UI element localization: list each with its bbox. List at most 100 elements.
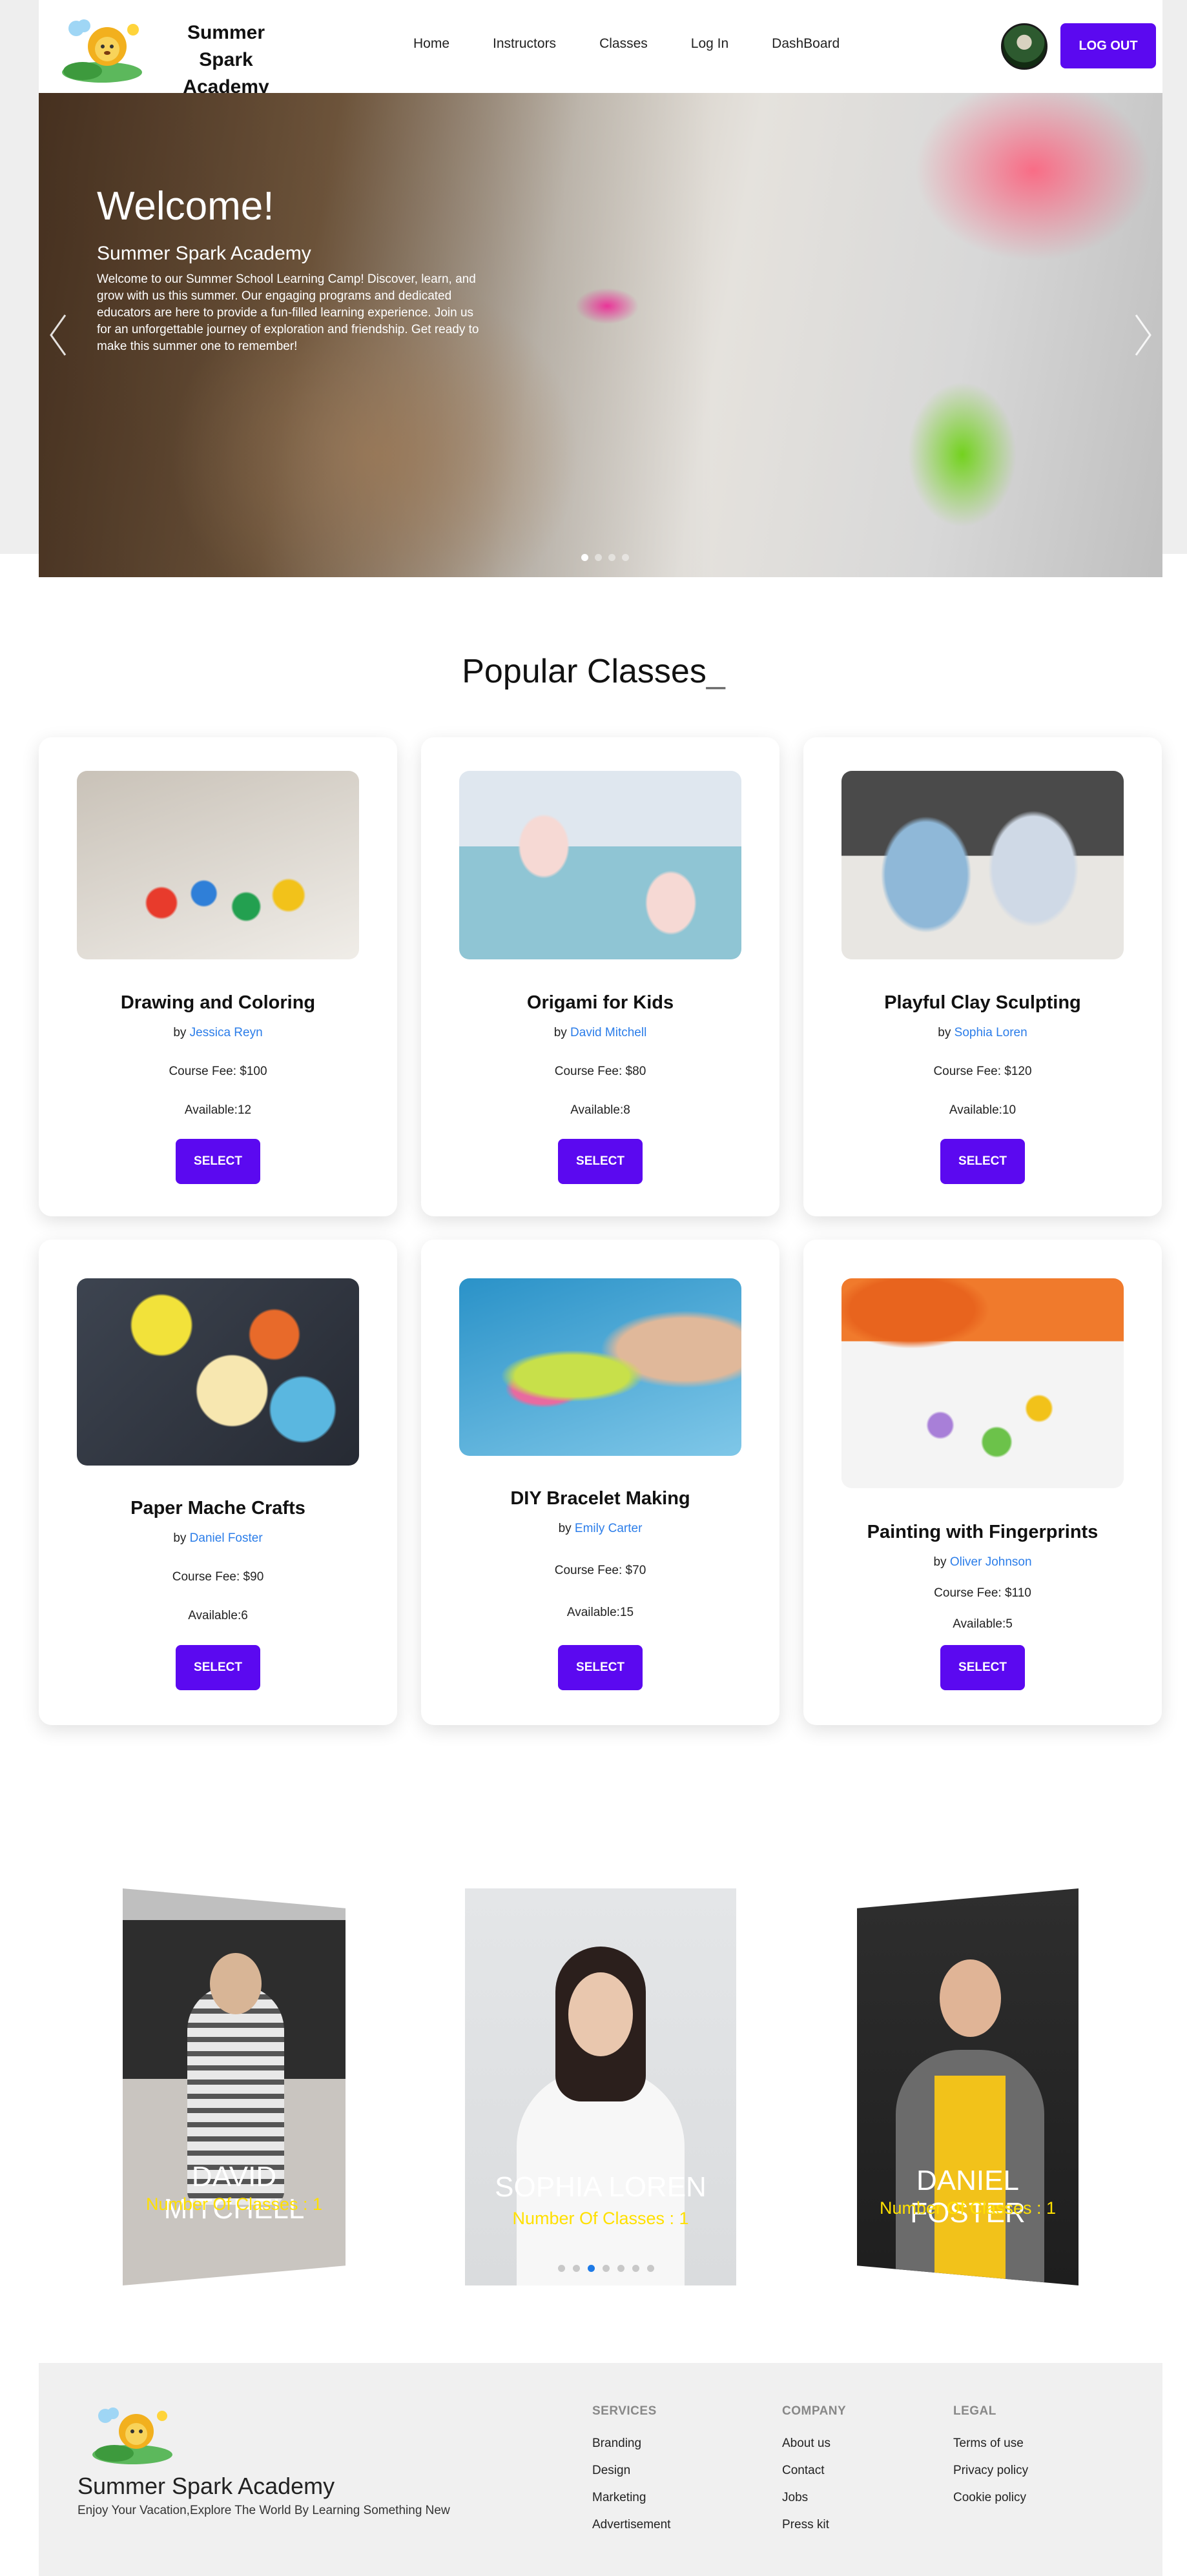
- by-label: by: [558, 1522, 572, 1535]
- class-available: Available:15: [566, 1606, 634, 1619]
- nav-login[interactable]: Log In: [691, 36, 728, 52]
- instructor-card[interactable]: David Mitchell Number Of Classes : 1: [123, 1888, 346, 2285]
- footer-link-advertisement[interactable]: Advertisement: [592, 2518, 670, 2532]
- instructor-link[interactable]: Emily Carter: [575, 1522, 643, 1535]
- instructor-link[interactable]: Jessica Reyn: [190, 1026, 263, 1039]
- logo-lion-icon[interactable]: [57, 14, 147, 85]
- footer-link-design[interactable]: Design: [592, 2464, 670, 2478]
- class-available: Available:10: [949, 1103, 1017, 1117]
- instructor-card[interactable]: Daniel Foster Number Of Classes : 1: [857, 1888, 1079, 2285]
- instructor-name: David Mitchell: [163, 2161, 305, 2225]
- instructor-dot[interactable]: [647, 2265, 654, 2272]
- instructor-class-count: Number Of Classes : 1: [879, 2198, 1057, 2218]
- class-instructor: by Sophia Loren: [803, 1026, 1162, 1040]
- class-card: Playful Clay Sculpting by Sophia Loren C…: [803, 737, 1162, 1216]
- class-available: Available:8: [570, 1103, 630, 1117]
- footer-tagline: Enjoy Your Vacation,Explore The World By…: [77, 2504, 450, 2517]
- instructor-name: Daniel Foster: [910, 2165, 1026, 2229]
- class-instructor: by Oliver Johnson: [803, 1555, 1162, 1569]
- instructor-pagination: [558, 2265, 654, 2272]
- footer-link-marketing[interactable]: Marketing: [592, 2491, 670, 2505]
- class-available: Available:5: [953, 1617, 1013, 1631]
- footer-company-column: COMPANY About us Contact Jobs Press kit: [782, 2404, 846, 2545]
- brand-line-1: Summer Spark: [187, 22, 265, 70]
- hero-dot[interactable]: [581, 554, 588, 561]
- instructor-dot[interactable]: [617, 2265, 624, 2272]
- class-fee: Course Fee: $70: [554, 1564, 646, 1577]
- hero-prev-arrow-icon[interactable]: [45, 312, 71, 358]
- instructor-link[interactable]: Oliver Johnson: [950, 1555, 1032, 1569]
- select-button[interactable]: SELECT: [558, 1645, 643, 1690]
- footer-link-about[interactable]: About us: [782, 2437, 846, 2451]
- hero-dot[interactable]: [595, 554, 602, 561]
- class-fee: Course Fee: $120: [933, 1065, 1032, 1078]
- brand-name[interactable]: Summer Spark Academy: [165, 19, 287, 101]
- nav-dashboard[interactable]: DashBoard: [772, 36, 840, 52]
- footer-legal-column: LEGAL Terms of use Privacy policy Cookie…: [953, 2404, 1028, 2518]
- footer-logo-lion-icon[interactable]: [87, 2402, 178, 2466]
- instructor-link[interactable]: Sophia Loren: [955, 1026, 1027, 1039]
- footer: Summer Spark Academy Enjoy Your Vacation…: [39, 2363, 1162, 2576]
- navbar: Summer Spark Academy Home Instructors Cl…: [39, 0, 1162, 97]
- hero-next-arrow-icon[interactable]: [1130, 312, 1156, 358]
- instructor-dot[interactable]: [603, 2265, 610, 2272]
- instructor-link[interactable]: David Mitchell: [570, 1026, 646, 1039]
- class-fee: Course Fee: $90: [172, 1570, 264, 1584]
- class-image: [841, 1278, 1124, 1488]
- select-button[interactable]: SELECT: [176, 1645, 260, 1690]
- instructor-class-count: Number Of Classes : 1: [512, 2209, 689, 2228]
- by-label: by: [938, 1026, 951, 1039]
- title-cursor: _: [706, 653, 725, 690]
- hero-subtitle: Summer Spark Academy: [97, 243, 311, 264]
- instructor-dot[interactable]: [558, 2265, 565, 2272]
- nav-classes[interactable]: Classes: [599, 36, 648, 52]
- select-button[interactable]: SELECT: [558, 1139, 643, 1184]
- class-card: Drawing and Coloring by Jessica Reyn Cou…: [39, 737, 397, 1216]
- class-image: [841, 771, 1124, 959]
- instructor-card[interactable]: Sophia Loren Number Of Classes : 1: [465, 1888, 736, 2285]
- class-instructor: by David Mitchell: [421, 1026, 779, 1040]
- instructor-link[interactable]: Daniel Foster: [190, 1531, 263, 1545]
- instructor-photo-face: [940, 1959, 1001, 2037]
- nav-instructors[interactable]: Instructors: [493, 36, 556, 52]
- class-instructor: by Jessica Reyn: [39, 1026, 397, 1040]
- class-card: Paper Mache Crafts by Daniel Foster Cour…: [39, 1240, 397, 1725]
- class-title: Painting with Fingerprints: [867, 1522, 1099, 1542]
- instructor-dot[interactable]: [588, 2265, 595, 2272]
- hero-dot[interactable]: [622, 554, 629, 561]
- class-image: [77, 1278, 359, 1466]
- class-title: Paper Mache Crafts: [130, 1498, 305, 1518]
- class-title: DIY Bracelet Making: [510, 1488, 690, 1509]
- class-fee: Course Fee: $100: [169, 1065, 267, 1078]
- hero-dot[interactable]: [608, 554, 615, 561]
- class-card: Painting with Fingerprints by Oliver Joh…: [803, 1240, 1162, 1725]
- class-image: [459, 1278, 741, 1456]
- instructor-dot[interactable]: [632, 2265, 639, 2272]
- instructor-dot[interactable]: [573, 2265, 580, 2272]
- footer-link-jobs[interactable]: Jobs: [782, 2491, 846, 2505]
- logout-button[interactable]: LOG OUT: [1060, 23, 1156, 68]
- footer-link-contact[interactable]: Contact: [782, 2464, 846, 2478]
- select-button[interactable]: SELECT: [940, 1645, 1025, 1690]
- user-avatar[interactable]: [1001, 23, 1048, 70]
- instructor-photo-face: [568, 1972, 633, 2056]
- footer-link-press-kit[interactable]: Press kit: [782, 2518, 846, 2532]
- footer-link-privacy[interactable]: Privacy policy: [953, 2464, 1028, 2478]
- class-instructor: by Daniel Foster: [39, 1531, 397, 1546]
- class-instructor: by Emily Carter: [421, 1522, 779, 1536]
- footer-link-cookie[interactable]: Cookie policy: [953, 2491, 1028, 2505]
- by-label: by: [173, 1026, 187, 1039]
- select-button[interactable]: SELECT: [940, 1139, 1025, 1184]
- class-title: Origami for Kids: [526, 992, 674, 1013]
- footer-link-terms[interactable]: Terms of use: [953, 2437, 1028, 2451]
- popular-classes-title-text: Popular Classes: [462, 653, 707, 690]
- class-fee: Course Fee: $110: [934, 1586, 1031, 1600]
- nav-home[interactable]: Home: [413, 36, 449, 52]
- hero-slider: Welcome! Summer Spark Academy Welcome to…: [39, 93, 1162, 577]
- by-label: by: [173, 1531, 187, 1545]
- footer-link-branding[interactable]: Branding: [592, 2437, 670, 2451]
- by-label: by: [933, 1555, 947, 1569]
- hero-title: Welcome!: [97, 184, 274, 229]
- class-card: DIY Bracelet Making by Emily Carter Cour…: [421, 1240, 779, 1725]
- select-button[interactable]: SELECT: [176, 1139, 260, 1184]
